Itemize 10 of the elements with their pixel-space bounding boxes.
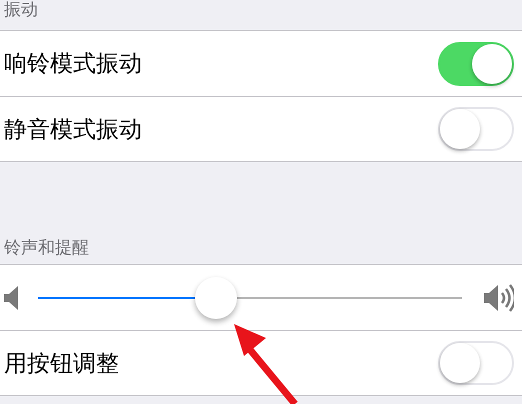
slider-thumb[interactable] [195, 276, 238, 318]
section-header: 振动 [4, 1, 38, 20]
setting-label: 用按钮调整 [4, 350, 120, 378]
setting-label: 响铃模式振动 [4, 50, 143, 79]
section-header: 铃声和提醒 [4, 239, 89, 258]
speaker-icon [4, 286, 18, 310]
volume-slider[interactable] [38, 276, 462, 320]
speaker-loud-icon [484, 282, 514, 314]
setting-label: 静音模式振动 [4, 116, 143, 144]
toggle-switch[interactable] [438, 42, 514, 86]
